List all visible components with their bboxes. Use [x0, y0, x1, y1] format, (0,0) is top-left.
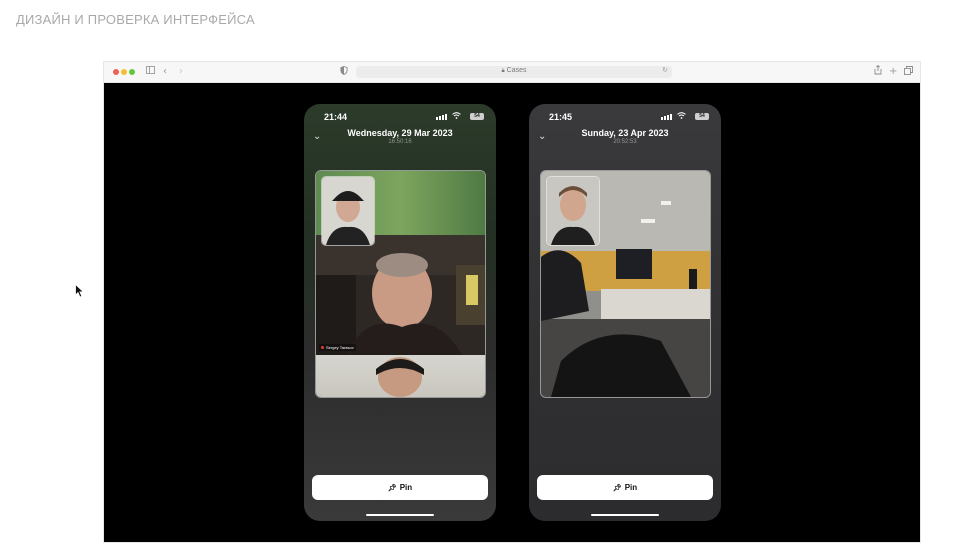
self-view-thumbnail[interactable]	[546, 176, 600, 246]
recording-dot-icon	[321, 346, 324, 350]
call-recording-view[interactable]	[540, 170, 711, 398]
date-title: Sunday, 23 Apr 2023	[581, 128, 669, 138]
home-indicator	[366, 514, 434, 516]
date-subtitle: 16:50:16	[388, 139, 412, 145]
pin-button[interactable]: 📌︎ Pin	[312, 475, 488, 500]
browser-window: ‹ › 🔒︎ Cases ↻ + 21:44 54 ⌄ Wednesday, 2…	[104, 62, 920, 542]
browser-toolbar: ‹ › 🔒︎ Cases ↻ +	[104, 62, 920, 83]
address-bar[interactable]: 🔒︎ Cases ↻	[356, 66, 672, 78]
close-window-button[interactable]	[113, 69, 119, 75]
video-frame-main: Sergey Tarasov	[316, 235, 485, 355]
pin-button[interactable]: 📌︎ Pin	[537, 475, 713, 500]
share-icon[interactable]	[874, 64, 882, 80]
maximize-window-button[interactable]	[129, 69, 135, 75]
shield-icon[interactable]	[340, 66, 348, 80]
phone-screen-1: 21:44 54 ⌄ Wednesday, 29 Mar 2023 16:50:…	[304, 104, 496, 521]
battery-icon: 54	[695, 113, 709, 120]
status-icons: 54	[436, 112, 484, 122]
mouse-cursor-icon	[75, 283, 85, 298]
sidebar-icon[interactable]	[146, 65, 155, 79]
forward-icon[interactable]: ›	[179, 65, 183, 79]
back-icon[interactable]: ‹	[163, 65, 167, 79]
battery-icon: 54	[470, 113, 484, 120]
status-time: 21:45	[549, 112, 573, 122]
video-viewport: 21:44 54 ⌄ Wednesday, 29 Mar 2023 16:50:…	[104, 83, 920, 542]
self-view-thumbnail[interactable]	[321, 176, 375, 246]
lock-icon: 🔒︎	[501, 68, 505, 74]
home-indicator	[591, 514, 659, 516]
date-subtitle: 20:52:53	[613, 139, 637, 145]
participant-name-tag: Sergey Tarasov	[319, 344, 356, 351]
reload-icon[interactable]: ↻	[662, 66, 668, 74]
page-heading: ДИЗАЙН И ПРОВЕРКА ИНТЕРФЕЙСА	[16, 12, 255, 27]
wifi-icon	[452, 112, 461, 121]
minimize-window-button[interactable]	[121, 69, 127, 75]
call-recording-view[interactable]: Sergey Tarasov	[315, 170, 486, 398]
new-tab-icon[interactable]: +	[889, 65, 897, 79]
pin-icon: 📌︎	[387, 484, 397, 492]
phone-screen-2: 21:45 54 ⌄ Sunday, 23 Apr 2023 20:52:53	[529, 104, 721, 521]
url-text: Cases	[506, 67, 527, 74]
status-icons: 54	[661, 112, 709, 122]
video-frame-bottom	[316, 355, 485, 397]
wifi-icon	[677, 112, 686, 121]
status-time: 21:44	[324, 112, 348, 122]
pin-icon: 📌︎	[612, 484, 622, 492]
date-title: Wednesday, 29 Mar 2023	[347, 128, 453, 138]
tabs-overview-icon[interactable]	[904, 66, 913, 80]
